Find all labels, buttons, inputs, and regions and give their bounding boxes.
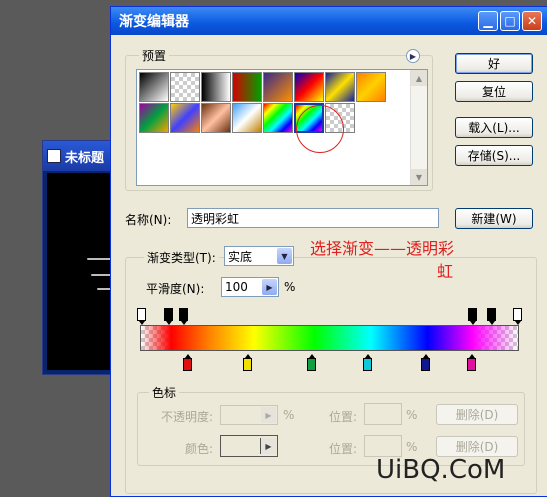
opacity-input[interactable]: ▶ [220, 405, 278, 425]
smoothness-label: 平滑度(N): [146, 282, 205, 296]
save-button[interactable]: 存储(S)... [455, 145, 533, 166]
opacity-position-input[interactable] [364, 403, 402, 425]
chevron-right-icon[interactable]: ▶ [261, 407, 276, 423]
name-input[interactable]: 透明彩虹 [187, 208, 439, 228]
color-stop[interactable] [467, 354, 476, 371]
dialog-title: 渐变编辑器 [119, 14, 189, 30]
opacity-stop[interactable] [468, 308, 477, 325]
preset-swatch[interactable] [263, 103, 293, 133]
preset-swatch[interactable] [232, 103, 262, 133]
color-position-input[interactable] [364, 435, 402, 457]
delete-opacity-stop-button[interactable]: 删除(D) [436, 404, 518, 425]
color-picker[interactable]: ▶ [220, 435, 278, 457]
opacity-stop[interactable] [164, 308, 173, 325]
gradient-type-label: 渐变类型(T): [144, 249, 219, 266]
preset-swatch[interactable] [232, 72, 262, 102]
preset-swatch[interactable] [263, 72, 293, 102]
preset-swatch[interactable] [356, 72, 386, 102]
opacity-position-label: 位置: [329, 410, 358, 424]
color-stop[interactable] [243, 354, 252, 371]
opacity-stop[interactable] [137, 308, 146, 325]
preset-swatch[interactable] [201, 103, 231, 133]
opacity-stop[interactable] [487, 308, 496, 325]
chevron-down-icon[interactable]: ▼ [277, 248, 292, 264]
name-label: 名称(N): [125, 213, 172, 227]
scroll-down-icon[interactable]: ▼ [411, 169, 427, 185]
color-stop[interactable] [421, 354, 430, 371]
presets-label: 预置 [139, 47, 170, 64]
new-button[interactable]: 新建(W) [455, 208, 533, 229]
delete-color-stop-button[interactable]: 删除(D) [436, 436, 518, 457]
reset-button[interactable]: 复位 [455, 81, 533, 102]
presets-list: ▲ ▼ [136, 69, 428, 186]
opacity-position-unit: % [406, 408, 418, 422]
preset-swatch[interactable] [170, 72, 200, 102]
color-stop[interactable] [307, 354, 316, 371]
color-label: 颜色: [185, 442, 214, 456]
opacity-label: 不透明度: [161, 410, 214, 424]
preset-swatch[interactable] [139, 103, 169, 133]
document-canvas [47, 173, 119, 370]
close-icon[interactable]: ✕ [522, 11, 542, 31]
preset-swatch[interactable] [294, 72, 324, 102]
preset-swatch[interactable] [325, 72, 355, 102]
maximize-icon[interactable]: □ [500, 11, 520, 31]
load-button[interactable]: 载入(L)... [455, 117, 533, 138]
opacity-stop[interactable] [513, 308, 522, 325]
smoothness-input[interactable]: 100 ▶ [221, 277, 279, 297]
color-position-label: 位置: [329, 442, 358, 456]
minimize-icon[interactable]: ▁ [478, 11, 498, 31]
watermark-text: UiBQ.CoM [376, 455, 506, 485]
gradient-type-value: 实底 [228, 249, 253, 264]
gradient-type-select[interactable]: 实底 ▼ [224, 246, 294, 266]
opacity-stop[interactable] [179, 308, 188, 325]
chevron-right-icon[interactable]: ▶ [262, 279, 277, 295]
annotation-text-line2: 虹 [437, 262, 454, 281]
opacity-unit: % [283, 408, 295, 422]
background-window-title: 未标题 [65, 150, 105, 166]
annotation-text-line1: 选择渐变——透明彩 [310, 239, 455, 258]
chevron-right-icon[interactable]: ▶ [260, 438, 276, 454]
annotation-circle [296, 105, 344, 153]
smoothness-value: 100 [225, 280, 248, 294]
stops-group-label: 色标 [149, 384, 180, 401]
presets-scrollbar[interactable]: ▲ ▼ [410, 70, 427, 185]
scroll-up-icon[interactable]: ▲ [411, 70, 427, 86]
preset-swatch[interactable] [139, 72, 169, 102]
preset-swatch[interactable] [201, 72, 231, 102]
preset-swatch[interactable] [170, 103, 200, 133]
document-icon [47, 149, 61, 163]
presets-menu-icon[interactable]: ▶ [406, 49, 420, 63]
ok-button[interactable]: 好 [455, 53, 533, 74]
color-position-unit: % [406, 440, 418, 454]
color-stop[interactable] [363, 354, 372, 371]
dialog-titlebar[interactable]: 渐变编辑器 ▁ □ ✕ [111, 7, 547, 35]
gradient-preview-bar[interactable] [140, 325, 519, 351]
smoothness-unit: % [284, 280, 296, 294]
color-stop[interactable] [183, 354, 192, 371]
